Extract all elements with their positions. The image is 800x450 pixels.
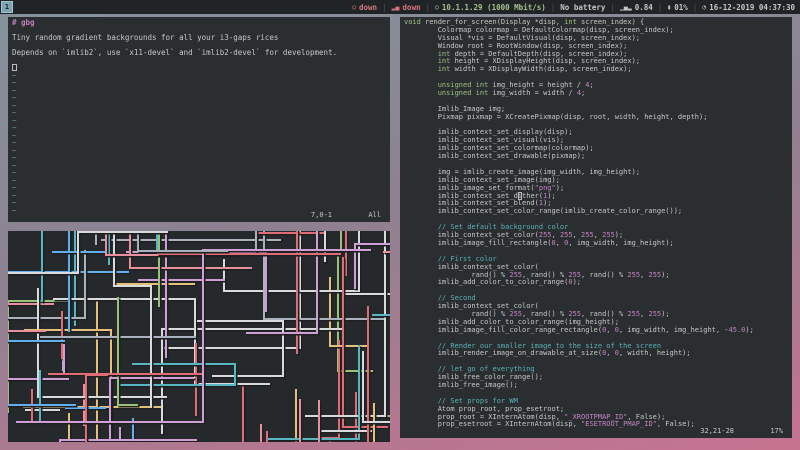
separator: | xyxy=(382,2,387,12)
editor-line: Depends on `imlib2`, use `x11-devel` and… xyxy=(12,48,338,57)
status-item: ▂▄ down xyxy=(392,3,421,12)
editor-line: ~ xyxy=(12,100,17,110)
editor-line: imlib_image_fill_rectangle(0, 0, img_wid… xyxy=(404,238,674,247)
scroll-indicator: 17% xyxy=(770,427,783,435)
editor-line: ~ xyxy=(12,108,17,117)
status-text: down xyxy=(359,2,378,12)
editor-line: Tiny random gradient backgrounds for all… xyxy=(12,33,279,42)
load-chart-icon: ▁▄▂ xyxy=(619,3,632,11)
status-text: 0.84 xyxy=(634,2,653,12)
wifi-signal-icon: ▂▄ xyxy=(391,3,400,11)
status-item: ○ 10.1.1.29 (1000 Mbit/s) xyxy=(435,3,546,12)
scroll-indicator: All xyxy=(368,211,381,219)
status-text: 01% xyxy=(674,2,688,12)
image-viewer-window[interactable] xyxy=(8,231,390,442)
vpn-status-icon: ○ xyxy=(352,3,357,11)
readme-ruler: 7,0-1 All xyxy=(8,211,390,219)
separator: | xyxy=(425,2,430,12)
status-text: 16-12-2019 04:37:30 xyxy=(709,2,795,12)
editor-line: ~ xyxy=(12,78,17,87)
editor-line: imlib_context_set_color_range(imlib_crea… xyxy=(404,207,683,216)
status-item: ◔ 16-12-2019 04:37:30 xyxy=(702,3,795,12)
code-terminal-window[interactable]: void render_for_screen(Display *disp, in… xyxy=(400,17,792,438)
status-item: No battery xyxy=(560,3,605,12)
clock-icon: ◔ xyxy=(702,3,707,11)
separator: | xyxy=(550,2,556,12)
editor-line: ~ xyxy=(12,153,17,162)
editor-line: ~ xyxy=(12,130,17,140)
editor-line: ~ xyxy=(12,145,17,155)
generated-art xyxy=(8,231,390,442)
editor-line: ~ xyxy=(12,138,17,147)
status-item: ▁▄▂ 0.84 xyxy=(620,3,653,12)
editor-line: imlib_image_fill_color_range_rectangle(0… xyxy=(404,325,754,334)
editor-line: Pixmap pixmap = XCreatePixmap(disp, root… xyxy=(404,112,708,121)
volume-icon: ▮ xyxy=(667,3,672,11)
status-item: ▮ 01% xyxy=(667,3,687,12)
editor-line: ~ xyxy=(12,175,17,185)
editor-line: # gbg xyxy=(12,18,35,27)
editor-line: imlib_free_image(); xyxy=(404,380,518,389)
editor-line: imlib_render_image_on_drawable_at_size(0… xyxy=(404,349,691,358)
i3bar: 1 ○ down | ▂▄ down | ○ 10.1.1.29 (1000 Mbit/s) |… xyxy=(0,0,800,14)
status-text: No battery xyxy=(560,2,606,12)
readme-buffer: # gbg Tiny random gradient backgrounds f… xyxy=(8,17,390,214)
editor-line: ~ xyxy=(12,190,17,200)
cursor-position: 7,0-1 xyxy=(310,211,332,219)
editor-line: ~ xyxy=(12,123,17,132)
status-text: down xyxy=(402,2,421,12)
editor-line: ~ xyxy=(12,85,17,95)
editor-line: unsigned int img_width = width / 4; xyxy=(437,89,586,98)
status-bar: ○ down | ▂▄ down | ○ 10.1.1.29 (1000 Mbit/s) | No… xyxy=(352,3,800,12)
editor-line: ~ xyxy=(12,93,17,102)
readme-terminal-window[interactable]: # gbg Tiny random gradient backgrounds f… xyxy=(8,17,390,222)
editor-line: imlib_add_color_to_color_range(0); xyxy=(404,278,582,287)
cursor-position: 32,21-28 xyxy=(700,427,734,435)
workspace-button-1[interactable]: 1 xyxy=(1,1,13,13)
code-buffer: void render_for_screen(Display *disp, in… xyxy=(400,17,792,429)
editor-line: ~ xyxy=(12,115,17,125)
editor-line: imlib_context_set_drawable(pixmap); xyxy=(404,152,586,161)
separator: | xyxy=(657,2,663,12)
editor-line: int width = XDisplayWidth(disp, screen_i… xyxy=(437,65,632,74)
separator: | xyxy=(610,2,615,12)
editor-line: ~ xyxy=(12,183,17,192)
ethernet-icon: ○ xyxy=(435,3,439,11)
desktop: 1 ○ down | ▂▄ down | ○ 10.1.1.29 (1000 Mbit/s) |… xyxy=(0,0,800,450)
editor-line: ~ xyxy=(12,168,17,177)
code-ruler: 32,21-28 17% xyxy=(400,427,792,435)
editor-line: ~ xyxy=(12,70,17,80)
status-item: ○ down xyxy=(352,3,377,12)
status-text: 10.1.1.29 (1000 Mbit/s) xyxy=(441,2,546,12)
editor-line: ~ xyxy=(12,160,17,170)
separator: | xyxy=(692,2,698,12)
editor-line: ~ xyxy=(12,198,17,207)
